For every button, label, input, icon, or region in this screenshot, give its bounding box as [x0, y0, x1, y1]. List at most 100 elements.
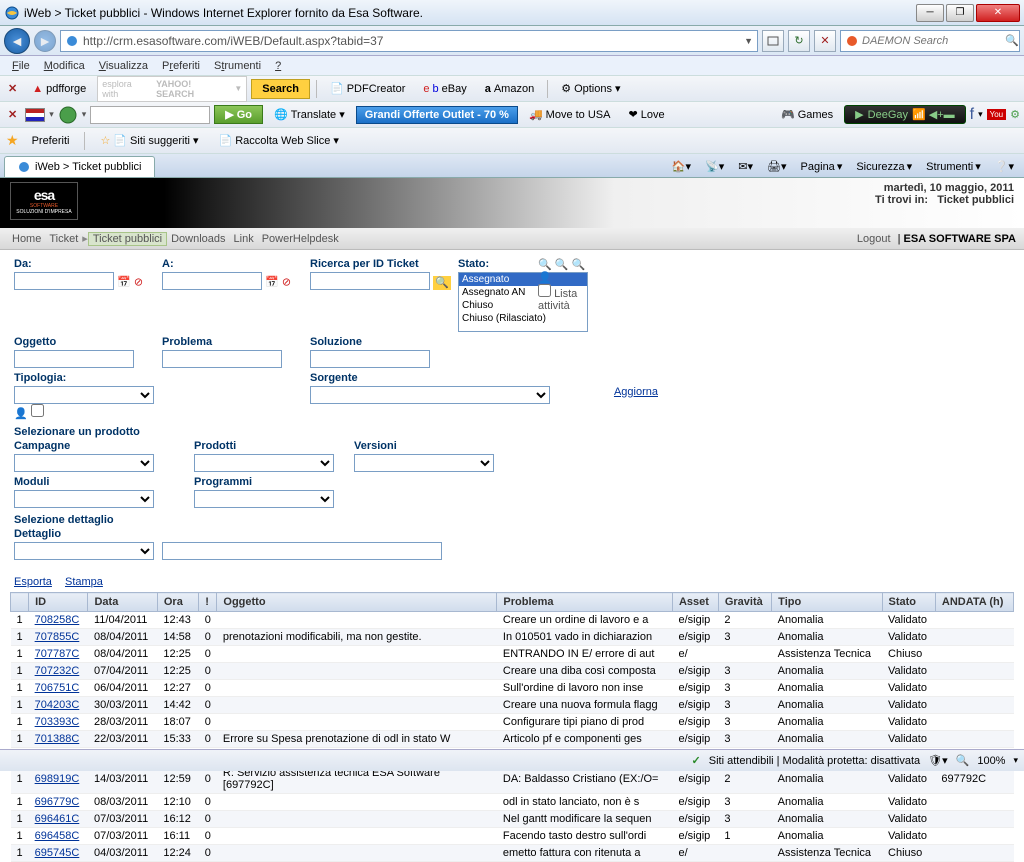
- ricerca-icon[interactable]: 🔍: [433, 276, 451, 290]
- cell-id[interactable]: 696461C: [29, 811, 88, 828]
- table-row[interactable]: 1 695745C 04/03/2011 12:24 0 emetto fatt…: [11, 845, 1014, 862]
- preferiti-button[interactable]: Preferiti: [25, 132, 77, 150]
- close-toolbar2-icon[interactable]: ✕: [4, 108, 21, 121]
- browser-search-input[interactable]: [862, 35, 1005, 47]
- go-button[interactable]: ▶Go: [214, 105, 263, 124]
- nav-ticket-pubblici[interactable]: Ticket pubblici: [88, 232, 167, 246]
- checkbox-lista-attivita[interactable]: [538, 284, 551, 297]
- input-oggetto[interactable]: [14, 350, 134, 368]
- mail-icon[interactable]: ✉▾: [732, 158, 759, 175]
- browser-tab[interactable]: iWeb > Ticket pubblici: [4, 156, 155, 177]
- filter-icon-4[interactable]: 👤: [538, 272, 552, 284]
- th-stato[interactable]: Stato: [882, 593, 935, 612]
- cell-id[interactable]: 696458C: [29, 828, 88, 845]
- table-row[interactable]: 1 708258C 11/04/2011 12:43 0 Creare un o…: [11, 612, 1014, 629]
- th-andata[interactable]: ANDATA (h): [935, 593, 1013, 612]
- input-dettaglio-text[interactable]: [162, 542, 442, 560]
- calendar-a-icon[interactable]: 📅: [265, 277, 279, 289]
- cell-id[interactable]: 707787C: [29, 646, 88, 663]
- refresh-button[interactable]: ↻: [788, 30, 810, 52]
- ebay-button[interactable]: ebeBayeBay: [416, 80, 473, 98]
- th-ora[interactable]: Ora: [157, 593, 198, 612]
- cell-id[interactable]: 695745C: [29, 845, 88, 862]
- search-provider-icon[interactable]: [845, 34, 859, 48]
- table-row[interactable]: 1 706751C 06/04/2011 12:27 0 Sull'ordine…: [11, 680, 1014, 697]
- select-prodotti[interactable]: [194, 454, 334, 472]
- flag-icon[interactable]: [25, 108, 45, 122]
- strumenti-menu[interactable]: Strumenti ▾: [920, 158, 987, 175]
- home-icon[interactable]: 🏠▾: [666, 158, 697, 175]
- sicurezza-menu[interactable]: Sicurezza ▾: [850, 158, 918, 175]
- yahoo-search-button[interactable]: Search: [251, 79, 310, 99]
- cell-id[interactable]: 708258C: [29, 612, 88, 629]
- stampa-link[interactable]: Stampa: [65, 576, 103, 588]
- pdfcreator-button[interactable]: 📄PDFCreator: [323, 79, 412, 98]
- tipologia-icon[interactable]: 👤: [14, 408, 28, 420]
- siti-suggeriti-button[interactable]: ☆📄 Siti suggeriti ▾: [93, 131, 205, 150]
- table-row[interactable]: 1 701388C 22/03/2011 15:33 0 Errore su S…: [11, 731, 1014, 748]
- forward-button[interactable]: ►: [34, 30, 56, 52]
- translate-button[interactable]: 🌐Translate▾: [267, 105, 352, 124]
- cell-id[interactable]: 704203C: [29, 697, 88, 714]
- menu-modifica[interactable]: Modifica: [38, 58, 91, 74]
- help-icon[interactable]: ❔▾: [989, 158, 1020, 175]
- th-asset[interactable]: Asset: [672, 593, 718, 612]
- th-gravita[interactable]: Gravità: [718, 593, 771, 612]
- globe-icon[interactable]: [58, 105, 78, 125]
- deegay-button[interactable]: ▶ DeeGay 📶 ◀+▬: [844, 105, 965, 124]
- menu-file[interactable]: File: [6, 58, 36, 74]
- zoom-level[interactable]: 100%: [977, 755, 1005, 767]
- games-button[interactable]: 🎮Games: [774, 105, 840, 124]
- table-row[interactable]: 1 707787C 08/04/2011 12:25 0 ENTRANDO IN…: [11, 646, 1014, 663]
- th-tipo[interactable]: Tipo: [772, 593, 882, 612]
- cell-id[interactable]: 706751C: [29, 680, 88, 697]
- compat-view-button[interactable]: [762, 30, 784, 52]
- nav-ticket[interactable]: Ticket: [45, 233, 82, 245]
- clear-a-icon[interactable]: ⊘: [282, 277, 291, 289]
- table-row[interactable]: 1 707232C 07/04/2011 12:25 0 Creare una …: [11, 663, 1014, 680]
- move-usa-button[interactable]: 🚚Move to USA: [522, 105, 618, 124]
- th-blank[interactable]: [11, 593, 29, 612]
- select-programmi[interactable]: [194, 490, 334, 508]
- close-button[interactable]: ✕: [976, 4, 1020, 22]
- select-versioni[interactable]: [354, 454, 494, 472]
- feed-icon[interactable]: 📡▾: [699, 158, 730, 175]
- table-row[interactable]: 1 707855C 08/04/2011 14:58 0 prenotazion…: [11, 629, 1014, 646]
- menu-visualizza[interactable]: Visualizza: [93, 58, 154, 74]
- esporta-link[interactable]: Esporta: [14, 576, 52, 588]
- outlet-button[interactable]: Grandi Offerte Outlet - 70 %: [356, 106, 518, 124]
- minimize-button[interactable]: ─: [916, 4, 944, 22]
- pdfforge-logo[interactable]: ▲pdfforge: [25, 80, 93, 98]
- nav-link[interactable]: Link: [230, 233, 258, 245]
- cell-id[interactable]: 707232C: [29, 663, 88, 680]
- favorites-star-icon[interactable]: ★: [6, 132, 19, 149]
- nav-downloads[interactable]: Downloads: [167, 233, 229, 245]
- table-row[interactable]: 1 696458C 07/03/2011 16:11 0 Facendo tas…: [11, 828, 1014, 845]
- select-moduli[interactable]: [14, 490, 154, 508]
- select-tipologia[interactable]: [14, 386, 154, 404]
- menu-help[interactable]: ?: [269, 58, 287, 74]
- input-a[interactable]: [162, 272, 262, 290]
- menu-strumenti[interactable]: Strumenti: [208, 58, 267, 74]
- th-excl[interactable]: !: [199, 593, 217, 612]
- nav-powerhelpdesk[interactable]: PowerHelpdesk: [258, 233, 343, 245]
- input-da[interactable]: [14, 272, 114, 290]
- toolbar-search-input[interactable]: [90, 106, 210, 124]
- close-toolbar-icon[interactable]: ✕: [4, 82, 21, 95]
- nav-home[interactable]: Home: [8, 233, 45, 245]
- raccolta-webslice-button[interactable]: 📄 Raccolta Web Slice ▾: [212, 131, 346, 150]
- input-ricerca-id[interactable]: [310, 272, 430, 290]
- search-go-icon[interactable]: 🔍: [1005, 34, 1019, 47]
- aggiorna-link[interactable]: Aggiorna: [614, 386, 658, 398]
- input-problema[interactable]: [162, 350, 282, 368]
- table-row[interactable]: 1 696461C 07/03/2011 16:12 0 Nel gantt m…: [11, 811, 1014, 828]
- th-id[interactable]: ID: [29, 593, 88, 612]
- youtube-icon[interactable]: You: [987, 109, 1007, 120]
- cell-id[interactable]: 701388C: [29, 731, 88, 748]
- facebook-icon[interactable]: f: [970, 106, 974, 124]
- options-button[interactable]: ⚙ Options ▾: [554, 79, 627, 98]
- th-data[interactable]: Data: [88, 593, 157, 612]
- cell-id[interactable]: 703393C: [29, 714, 88, 731]
- clear-da-icon[interactable]: ⊘: [134, 277, 143, 289]
- select-campagne[interactable]: [14, 454, 154, 472]
